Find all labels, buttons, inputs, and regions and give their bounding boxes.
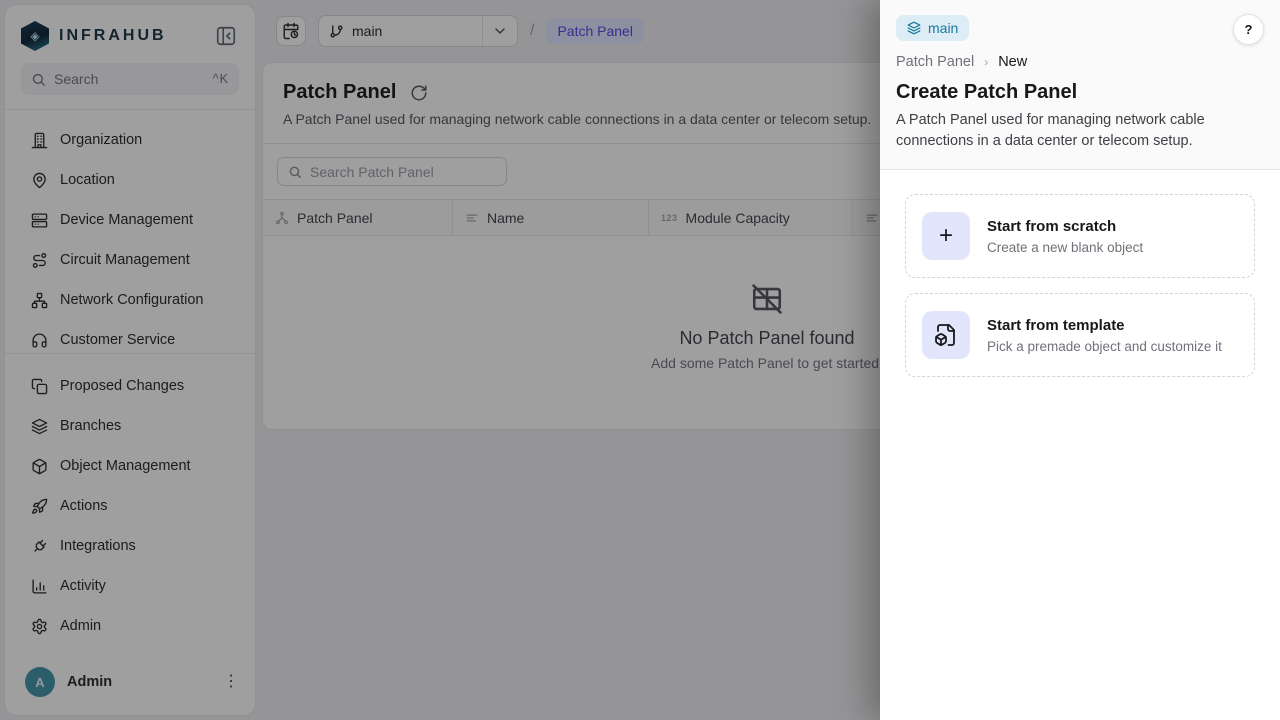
drawer-header: main ? Patch Panel › New Create Patch Pa… [880, 0, 1280, 170]
start-from-scratch-card[interactable]: + Start from scratch Create a new blank … [905, 194, 1255, 278]
drawer-description: A Patch Panel used for managing network … [896, 110, 1226, 151]
breadcrumb-current: New [998, 54, 1027, 70]
file-box-icon [934, 323, 958, 347]
template-icon-tile [922, 311, 970, 359]
branch-badge-label: main [928, 20, 958, 36]
option-title: Start from scratch [987, 218, 1143, 235]
option-title: Start from template [987, 317, 1222, 334]
plus-icon-tile: + [922, 212, 970, 260]
breadcrumb-parent[interactable]: Patch Panel [896, 54, 974, 70]
layers-icon [907, 21, 921, 35]
drawer-breadcrumb: Patch Panel › New [896, 54, 1264, 70]
option-subtitle: Pick a premade object and customize it [987, 339, 1222, 354]
chevron-right-icon: › [984, 55, 988, 69]
branch-badge[interactable]: main [896, 15, 969, 41]
create-patch-panel-drawer: main ? Patch Panel › New Create Patch Pa… [880, 0, 1280, 720]
drawer-body: + Start from scratch Create a new blank … [880, 170, 1280, 401]
help-button[interactable]: ? [1233, 14, 1264, 45]
drawer-title: Create Patch Panel [896, 81, 1264, 104]
option-subtitle: Create a new blank object [987, 240, 1143, 255]
plus-icon: + [939, 224, 953, 248]
start-from-template-card[interactable]: Start from template Pick a premade objec… [905, 293, 1255, 377]
